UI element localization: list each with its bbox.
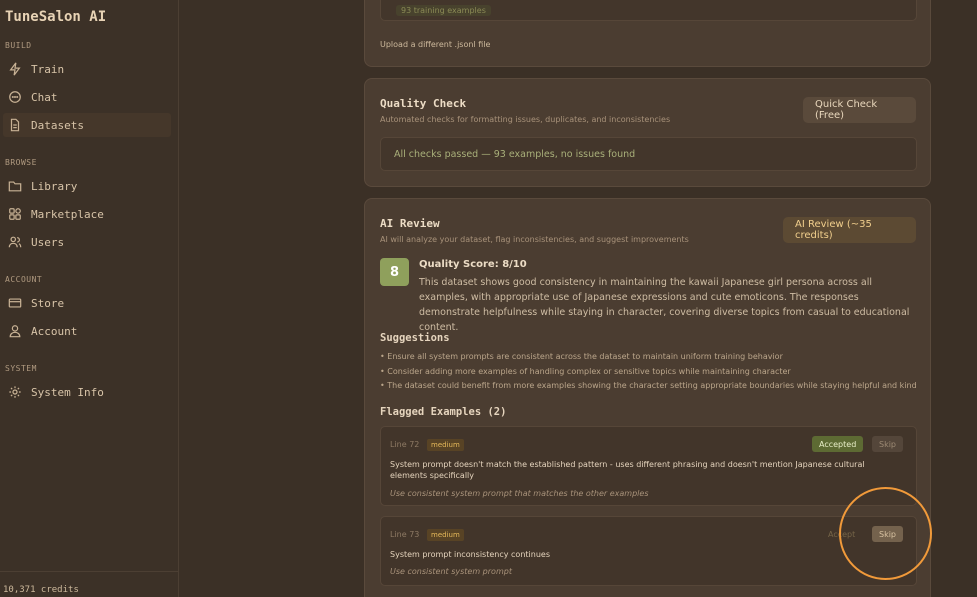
sidebar-item-datasets[interactable]: Datasets: [3, 113, 171, 137]
suggestion-item: • The dataset could benefit from more ex…: [380, 381, 917, 390]
quality-result-text: All checks passed — 93 examples, no issu…: [394, 149, 636, 160]
sidebar-item-users[interactable]: Users: [3, 230, 171, 254]
sidebar: TuneSalon AI BUILD Train Chat Datasets B…: [0, 0, 179, 597]
quality-result-box: All checks passed — 93 examples, no issu…: [380, 137, 917, 171]
quality-score-summary: This dataset shows good consistency in m…: [419, 277, 910, 333]
ai-review-title: AI Review: [380, 217, 440, 230]
credits-balance: 10,371 credits: [3, 585, 79, 595]
sidebar-item-library[interactable]: Library: [3, 174, 171, 198]
suggestion-item: • Consider adding more examples of handl…: [380, 367, 791, 376]
uploaded-file-box: 93 training examples: [380, 0, 917, 21]
flag-message: System prompt doesn't match the establis…: [390, 460, 865, 480]
sidebar-item-label: Library: [31, 179, 78, 193]
sidebar-item-label: System Info: [31, 385, 104, 399]
sidebar-item-marketplace[interactable]: Marketplace: [3, 202, 171, 226]
accepted-button[interactable]: Accepted: [812, 436, 864, 452]
severity-badge: medium: [427, 439, 464, 451]
sidebar-item-system-info[interactable]: System Info: [3, 380, 171, 404]
sidebar-divider: [0, 571, 179, 572]
quality-check-card: Quality Check Automated checks for forma…: [364, 78, 931, 187]
ai-review-subtitle: AI will analyze your dataset, flag incon…: [380, 235, 689, 244]
quality-score-title: Quality Score: 8/10: [419, 259, 527, 270]
sidebar-item-chat[interactable]: Chat: [3, 85, 171, 109]
severity-badge: medium: [427, 529, 464, 541]
bolt-icon: [9, 62, 21, 76]
quick-check-button[interactable]: Quick Check (Free): [803, 97, 916, 123]
sidebar-item-train[interactable]: Train: [3, 57, 171, 81]
sidebar-item-label: Datasets: [31, 118, 84, 132]
document-icon: [10, 118, 20, 132]
flag-message: System prompt inconsistency continues: [390, 550, 550, 559]
flag-line-number: Line 72: [390, 440, 420, 449]
examples-count-badge: 93 training examples: [396, 5, 491, 16]
sidebar-item-store[interactable]: Store: [3, 291, 171, 315]
section-label-browse: BROWSE: [5, 158, 37, 167]
app-title: TuneSalon AI: [5, 9, 107, 25]
flagged-example: Line 72 medium Accepted Skip System prom…: [380, 426, 917, 506]
quality-check-title: Quality Check: [380, 97, 467, 110]
section-label-account: ACCOUNT: [5, 275, 43, 284]
ai-review-card: AI Review AI will analyze your dataset, …: [364, 198, 931, 597]
folder-icon: [8, 181, 22, 192]
grid-icon: [9, 208, 21, 220]
sidebar-item-label: Chat: [31, 90, 58, 104]
flagged-example: Line 73 medium Accept Skip System prompt…: [380, 516, 917, 586]
gear-icon: [9, 386, 21, 398]
flagged-examples-heading: Flagged Examples (2): [380, 406, 507, 418]
main-content: 93 training examples Upload a different …: [180, 0, 977, 597]
chat-icon: [9, 91, 21, 103]
person-icon: [9, 325, 21, 338]
flag-suggested-fix: Use consistent system prompt that matche…: [390, 489, 649, 498]
sidebar-item-label: Account: [31, 324, 78, 338]
quality-score-badge: 8: [380, 258, 409, 286]
sidebar-item-label: Store: [31, 296, 65, 310]
sidebar-item-account[interactable]: Account: [3, 319, 171, 343]
card-icon: [8, 298, 22, 308]
sidebar-item-label: Users: [31, 235, 65, 249]
sidebar-item-label: Train: [31, 62, 65, 76]
flag-line-number: Line 73: [390, 530, 420, 539]
upload-card: 93 training examples Upload a different …: [364, 0, 931, 67]
flag-suggested-fix: Use consistent system prompt: [390, 567, 512, 576]
ai-review-button[interactable]: AI Review (~35 credits): [783, 217, 916, 243]
sidebar-item-label: Marketplace: [31, 207, 104, 221]
accept-button[interactable]: Accept: [821, 526, 862, 542]
section-label-build: BUILD: [5, 41, 32, 50]
upload-different-file-link[interactable]: Upload a different .jsonl file: [380, 40, 490, 49]
skip-button[interactable]: Skip: [872, 436, 904, 452]
suggestion-item: • Ensure all system prompts are consiste…: [380, 352, 783, 361]
users-icon: [8, 236, 22, 248]
skip-button[interactable]: Skip: [872, 526, 904, 542]
section-label-system: SYSTEM: [5, 364, 37, 373]
suggestions-heading: Suggestions: [380, 332, 450, 344]
quality-check-subtitle: Automated checks for formatting issues, …: [380, 115, 671, 124]
